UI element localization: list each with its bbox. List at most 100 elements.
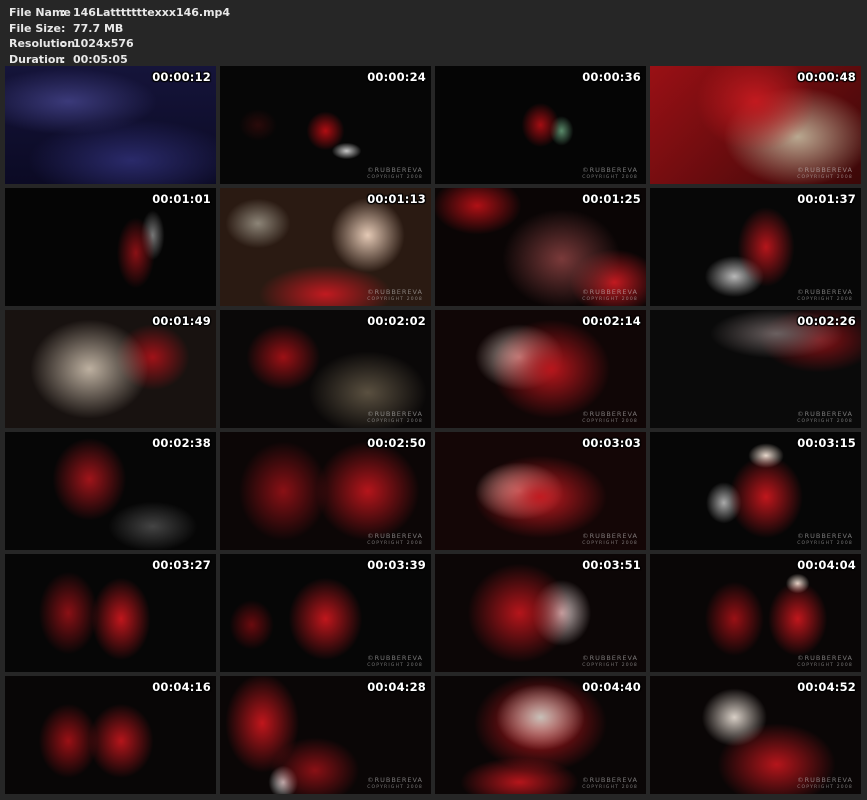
watermark: ©RUBBEREVA COPYRIGHT 2008 — [367, 655, 423, 669]
duration-value: 00:05:05 — [73, 52, 128, 66]
video-thumbnail: ©RUBBEREVA COPYRIGHT 2008 00:02:26 — [650, 310, 861, 428]
watermark-copyright: COPYRIGHT 2008 — [797, 785, 853, 790]
video-thumbnail: ©RUBBEREVA COPYRIGHT 2008 00:03:39 — [220, 554, 431, 672]
watermark-copyright: COPYRIGHT 2008 — [367, 419, 423, 424]
video-thumbnail: 00:01:49 — [5, 310, 216, 428]
watermark: ©RUBBEREVA COPYRIGHT 2008 — [797, 777, 853, 791]
separator: : — [61, 37, 66, 50]
video-thumbnail: ©RUBBEREVA COPYRIGHT 2008 00:01:25 — [435, 188, 646, 306]
watermark: ©RUBBEREVA COPYRIGHT 2008 — [367, 289, 423, 303]
watermark-brand: ©RUBBEREVA — [582, 288, 638, 296]
thumbnail-timestamp: 00:02:26 — [797, 314, 856, 328]
video-thumbnail: ©RUBBEREVA COPYRIGHT 2008 00:00:36 — [435, 66, 646, 184]
video-thumbnail: ©RUBBEREVA COPYRIGHT 2008 00:00:48 — [650, 66, 861, 184]
watermark-brand: ©RUBBEREVA — [582, 166, 638, 174]
thumbnail-timestamp: 00:01:13 — [367, 192, 426, 206]
watermark-brand: ©RUBBEREVA — [797, 654, 853, 662]
video-thumbnail: ©RUBBEREVA COPYRIGHT 2008 00:00:24 — [220, 66, 431, 184]
watermark-brand: ©RUBBEREVA — [797, 166, 853, 174]
duration-row: Duration : 00:05:05 — [9, 52, 230, 68]
file-name-row: File Name : 146Latttttttexxx146.mp4 — [9, 5, 230, 21]
watermark-copyright: COPYRIGHT 2008 — [367, 785, 423, 790]
file-size-value: 77.7 MB — [73, 21, 124, 35]
separator: : — [61, 52, 66, 66]
watermark: ©RUBBEREVA COPYRIGHT 2008 — [797, 289, 853, 303]
thumbnail-timestamp: 00:04:52 — [797, 680, 856, 694]
watermark: ©RUBBEREVA COPYRIGHT 2008 — [582, 777, 638, 791]
watermark: ©RUBBEREVA COPYRIGHT 2008 — [367, 533, 423, 547]
thumbnail-timestamp: 00:04:40 — [582, 680, 641, 694]
thumbnail-timestamp: 00:01:01 — [152, 192, 211, 206]
thumbnail-timestamp: 00:02:50 — [367, 436, 426, 450]
separator: : — [61, 21, 66, 35]
watermark-copyright: COPYRIGHT 2008 — [367, 175, 423, 180]
watermark: ©RUBBEREVA COPYRIGHT 2008 — [367, 777, 423, 791]
thumbnail-timestamp: 00:02:14 — [582, 314, 641, 328]
video-thumbnail: ©RUBBEREVA COPYRIGHT 2008 00:01:13 — [220, 188, 431, 306]
watermark: ©RUBBEREVA COPYRIGHT 2008 — [582, 533, 638, 547]
thumbnail-timestamp: 00:04:04 — [797, 558, 856, 572]
watermark: ©RUBBEREVA COPYRIGHT 2008 — [797, 167, 853, 181]
thumbnail-timestamp: 00:04:16 — [152, 680, 211, 694]
video-thumbnail: ©RUBBEREVA COPYRIGHT 2008 00:03:15 — [650, 432, 861, 550]
watermark-copyright: COPYRIGHT 2008 — [797, 541, 853, 546]
watermark-brand: ©RUBBEREVA — [582, 776, 638, 784]
watermark-copyright: COPYRIGHT 2008 — [367, 541, 423, 546]
video-thumbnail: ©RUBBEREVA COPYRIGHT 2008 00:02:02 — [220, 310, 431, 428]
thumbnail-timestamp: 00:00:24 — [367, 70, 426, 84]
watermark-copyright: COPYRIGHT 2008 — [797, 419, 853, 424]
video-thumbnail: 00:02:38 — [5, 432, 216, 550]
watermark: ©RUBBEREVA COPYRIGHT 2008 — [797, 533, 853, 547]
watermark-brand: ©RUBBEREVA — [582, 654, 638, 662]
thumbnail-timestamp: 00:00:48 — [797, 70, 856, 84]
resolution-label: Resolution — [9, 37, 76, 50]
watermark-copyright: COPYRIGHT 2008 — [797, 663, 853, 668]
watermark-brand: ©RUBBEREVA — [367, 288, 423, 296]
resolution-value: 1024x576 — [73, 37, 134, 50]
watermark-brand: ©RUBBEREVA — [367, 654, 423, 662]
watermark-copyright: COPYRIGHT 2008 — [582, 785, 638, 790]
thumbnail-timestamp: 00:00:36 — [582, 70, 641, 84]
watermark-brand: ©RUBBEREVA — [367, 410, 423, 418]
watermark-copyright: COPYRIGHT 2008 — [367, 663, 423, 668]
thumbnail-timestamp: 00:02:02 — [367, 314, 426, 328]
duration-label: Duration — [9, 52, 64, 66]
thumbnail-timestamp: 00:03:39 — [367, 558, 426, 572]
video-thumbnail: 00:00:12 — [5, 66, 216, 184]
video-thumbnail: ©RUBBEREVA COPYRIGHT 2008 00:04:40 — [435, 676, 646, 794]
thumbnail-timestamp: 00:02:38 — [152, 436, 211, 450]
video-thumbnail: ©RUBBEREVA COPYRIGHT 2008 00:03:51 — [435, 554, 646, 672]
file-size-label: File Size — [9, 21, 61, 35]
thumbnail-timestamp: 00:01:25 — [582, 192, 641, 206]
watermark-copyright: COPYRIGHT 2008 — [582, 297, 638, 302]
watermark-brand: ©RUBBEREVA — [797, 410, 853, 418]
watermark-brand: ©RUBBEREVA — [582, 410, 638, 418]
watermark-brand: ©RUBBEREVA — [797, 532, 853, 540]
video-thumbnail: ©RUBBEREVA COPYRIGHT 2008 00:01:37 — [650, 188, 861, 306]
watermark: ©RUBBEREVA COPYRIGHT 2008 — [582, 167, 638, 181]
thumbnail-grid: 00:00:12 ©RUBBEREVA COPYRIGHT 2008 00:00:24… — [5, 66, 861, 794]
thumbnail-timestamp: 00:01:37 — [797, 192, 856, 206]
video-thumbnail: ©RUBBEREVA COPYRIGHT 2008 00:04:28 — [220, 676, 431, 794]
watermark-copyright: COPYRIGHT 2008 — [582, 175, 638, 180]
watermark-brand: ©RUBBEREVA — [582, 532, 638, 540]
watermark-copyright: COPYRIGHT 2008 — [797, 175, 853, 180]
file-info-header: File Name : 146Latttttttexxx146.mp4 File… — [9, 5, 230, 67]
video-thumbnail: 00:03:27 — [5, 554, 216, 672]
watermark-brand: ©RUBBEREVA — [367, 532, 423, 540]
thumbnail-timestamp: 00:03:03 — [582, 436, 641, 450]
watermark: ©RUBBEREVA COPYRIGHT 2008 — [582, 289, 638, 303]
watermark-copyright: COPYRIGHT 2008 — [582, 541, 638, 546]
video-thumbnail: 00:04:16 — [5, 676, 216, 794]
video-thumbnail: ©RUBBEREVA COPYRIGHT 2008 00:02:50 — [220, 432, 431, 550]
watermark: ©RUBBEREVA COPYRIGHT 2008 — [367, 167, 423, 181]
file-name-label: File Name — [9, 6, 71, 19]
thumbnail-timestamp: 00:03:15 — [797, 436, 856, 450]
thumbnail-timestamp: 00:01:49 — [152, 314, 211, 328]
watermark: ©RUBBEREVA COPYRIGHT 2008 — [582, 655, 638, 669]
video-thumbnail: ©RUBBEREVA COPYRIGHT 2008 00:02:14 — [435, 310, 646, 428]
video-thumbnail: ©RUBBEREVA COPYRIGHT 2008 00:03:03 — [435, 432, 646, 550]
watermark-brand: ©RUBBEREVA — [797, 288, 853, 296]
file-name-value: 146Latttttttexxx146.mp4 — [73, 6, 231, 19]
thumbnail-timestamp: 00:03:51 — [582, 558, 641, 572]
